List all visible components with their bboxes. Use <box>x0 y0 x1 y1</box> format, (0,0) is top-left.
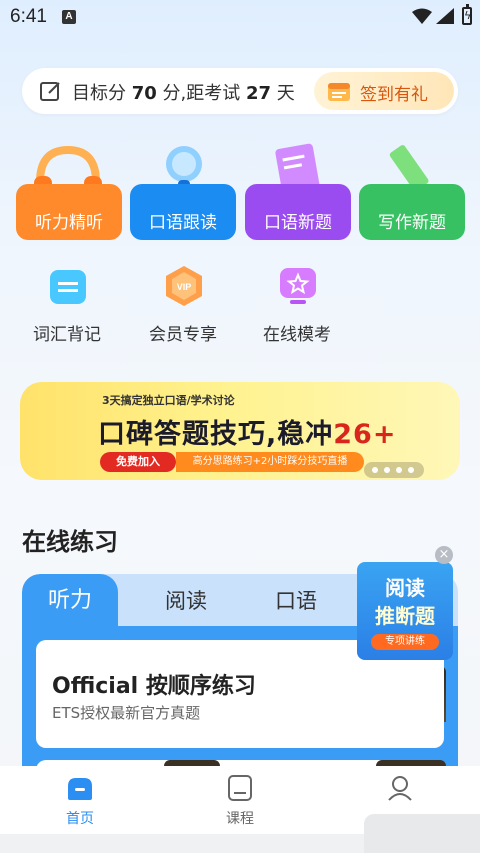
carousel-indicator[interactable] <box>364 462 424 478</box>
nav-courses[interactable]: 课程 <box>180 766 300 834</box>
edit-icon[interactable] <box>40 80 62 102</box>
banner-desc: 高分思路练习+2小时踩分技巧直播 <box>176 452 364 472</box>
days-left: 27 <box>245 83 272 104</box>
tab-listening[interactable]: 听力 <box>22 574 118 630</box>
courses-icon <box>228 775 252 801</box>
wifi-icon <box>412 8 432 24</box>
banner-score: 26+ <box>333 419 397 450</box>
feature-listening-intensive[interactable]: 听力精听 <box>16 142 122 240</box>
target-middle: 分,距考试 <box>156 83 246 104</box>
banner-headline: 口碑答题技巧,稳冲26+ <box>98 412 396 451</box>
ad-line2: 推断题 <box>375 604 435 628</box>
banner-cta[interactable]: 免费加入 <box>100 452 176 472</box>
close-ad-button[interactable]: × <box>435 546 453 564</box>
floating-ad[interactable]: 阅读 推断题 专项讲练 <box>357 562 453 660</box>
notification-a-icon: A <box>62 10 76 24</box>
nav-label: 首页 <box>66 811 94 827</box>
banner-headline-text: 口碑答题技巧,稳冲 <box>98 419 334 450</box>
vip-badge-icon: VIP <box>166 266 202 306</box>
banner-subtitle: 3天搞定独立口语/学术讨论 <box>102 394 235 407</box>
target-prefix: 目标分 <box>72 83 132 104</box>
ad-tag: 专项讲练 <box>371 634 439 650</box>
profile-icon <box>388 776 412 801</box>
card-subtitle: ETS授权最新官方真题 <box>52 704 201 722</box>
checkin-button[interactable]: 签到有礼 <box>314 72 454 110</box>
entry-label: 在线模考 <box>263 325 331 345</box>
floating-ad-card[interactable]: 阅读 推断题 专项讲练 <box>357 562 453 660</box>
target-text[interactable]: 目标分 70 分,距考试 27 天 <box>72 79 295 105</box>
card-title: Official 按顺序练习 <box>52 674 256 699</box>
entry-vocabulary[interactable]: 词汇背记 <box>22 262 112 346</box>
feature-speaking-follow[interactable]: 口语跟读 <box>130 142 236 240</box>
status-bar: 6:41 A ϟ <box>0 0 480 34</box>
nav-home[interactable]: 首页 <box>20 766 140 834</box>
tab-reading[interactable]: 阅读 <box>138 574 234 630</box>
promo-banner[interactable]: 3天搞定独立口语/学术讨论 口碑答题技巧,稳冲26+ 免费加入 高分思路练习+2… <box>20 382 460 480</box>
nav-label: 课程 <box>226 811 254 827</box>
vip-text: VIP <box>177 282 192 292</box>
entry-label: 会员专享 <box>149 325 217 345</box>
target-score: 70 <box>131 83 157 104</box>
home-icon <box>68 778 92 800</box>
star-screen-icon <box>280 268 316 304</box>
battery-icon: ϟ <box>462 4 472 25</box>
feature-label: 口语跟读 <box>149 213 217 233</box>
folder-icon <box>50 270 86 304</box>
status-time: 6:41 <box>10 6 47 27</box>
calendar-icon <box>328 83 350 101</box>
entry-label: 词汇背记 <box>33 325 101 345</box>
feature-speaking-new[interactable]: 口语新题 <box>245 142 351 240</box>
target-score-bar[interactable]: 目标分 70 分,距考试 27 天 签到有礼 <box>22 68 458 114</box>
target-suffix: 天 <box>271 83 295 104</box>
feature-label: 听力精听 <box>35 213 103 233</box>
feature-writing-new[interactable]: 写作新题 <box>359 142 465 240</box>
feature-label: 写作新题 <box>378 213 446 233</box>
entry-vip[interactable]: VIP 会员专享 <box>138 262 228 346</box>
entry-mock-test[interactable]: 在线模考 <box>252 262 342 346</box>
section-title: 在线练习 <box>22 528 118 556</box>
signal-icon <box>436 8 454 24</box>
overlay-area <box>364 814 480 853</box>
tab-speaking[interactable]: 口语 <box>248 574 344 630</box>
feature-label: 口语新题 <box>264 213 332 233</box>
ad-line1: 阅读 <box>385 576 425 600</box>
checkin-label: 签到有礼 <box>360 85 428 105</box>
